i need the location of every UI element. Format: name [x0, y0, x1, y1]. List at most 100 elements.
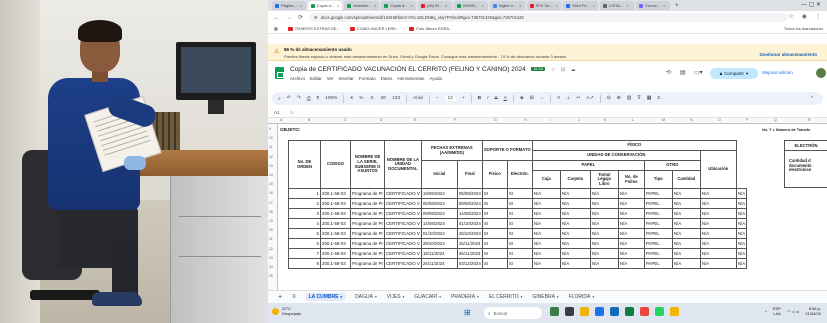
table-cell[interactable]: PAPEL: [643, 248, 673, 259]
chevron-down-icon[interactable]: ▾: [375, 295, 377, 299]
chart-icon[interactable]: ▥: [627, 96, 632, 101]
column-header[interactable]: D: [380, 118, 383, 122]
table-cell[interactable]: SI: [506, 218, 533, 229]
reload-icon[interactable]: ⟳: [298, 14, 303, 21]
tab-close-icon[interactable]: ×: [300, 3, 302, 8]
tab-close-icon[interactable]: ×: [556, 3, 558, 8]
chevron-down-icon[interactable]: ▾: [557, 295, 559, 299]
forward-icon[interactable]: →: [286, 15, 292, 21]
table-cell[interactable]: N/A: [617, 208, 645, 219]
redo-icon[interactable]: ↷: [297, 96, 301, 101]
italic-icon[interactable]: I: [487, 96, 488, 101]
table-cell[interactable]: Programa de Pr: [350, 248, 385, 259]
table-cell[interactable]: N/A: [559, 258, 591, 269]
column-header[interactable]: R: [808, 118, 811, 122]
table-cell[interactable]: N/A: [617, 218, 645, 229]
text-wrap-icon[interactable]: ↵: [576, 96, 580, 101]
browser-tab[interactable]: Conve... ×: [636, 1, 671, 10]
app-icon-taskview[interactable]: [565, 307, 574, 316]
browser-tab[interactable]: SAM Fe... ×: [563, 1, 599, 10]
profile-icon[interactable]: ◉: [802, 13, 807, 20]
table-cell[interactable]: N/A: [735, 208, 748, 219]
header-tipo[interactable]: Tipo: [643, 170, 673, 189]
header-unidad-doc[interactable]: NOMBRE DE LA UNIDAD DOCUMENTAL: [384, 140, 422, 189]
table-cell[interactable]: SI: [481, 248, 508, 259]
app-icon-office[interactable]: [640, 307, 649, 316]
table-cell[interactable]: CERTIFICADO V: [384, 238, 422, 249]
tab-close-icon[interactable]: ×: [593, 3, 595, 8]
table-cell[interactable]: N/A: [671, 218, 701, 229]
apps-icon[interactable]: ▦: [274, 26, 278, 31]
table-cell[interactable]: 14/08/2024: [420, 218, 458, 229]
table-cell[interactable]: PAPEL: [643, 188, 673, 199]
sheet-tab[interactable]: FLORIDA ▾: [569, 293, 594, 301]
window-controls[interactable]: — ▢ ✕: [801, 1, 821, 8]
column-header[interactable]: B: [308, 118, 310, 122]
weather-widget[interactable]: 22°C Despejado: [272, 306, 301, 316]
add-sheet-button[interactable]: +: [278, 294, 282, 301]
merge-cells-icon[interactable]: ⇔: [540, 96, 545, 101]
font-select[interactable]: Arial: [413, 96, 423, 101]
table-cell[interactable]: SI: [506, 188, 533, 199]
app-icon-whatsapp[interactable]: [655, 307, 664, 316]
table-cell[interactable]: PAPEL: [643, 228, 673, 239]
table-cell[interactable]: SI: [481, 218, 508, 229]
column-header[interactable]: K: [604, 118, 606, 122]
table-cell[interactable]: N/A: [699, 258, 737, 269]
sheets-logo-icon[interactable]: [275, 67, 284, 79]
menu-item[interactable]: Insertar: [339, 76, 354, 81]
chevron-down-icon[interactable]: ▾: [592, 295, 594, 299]
link-icon[interactable]: ⊖: [607, 96, 611, 101]
header-no-orden[interactable]: No. DE ORDEN: [288, 140, 321, 189]
table-cell[interactable]: N/A: [735, 248, 748, 259]
table-cell[interactable]: N/A: [559, 208, 591, 219]
sheet-tab[interactable]: DAGUA ▾: [355, 293, 377, 301]
improve-editing-link[interactable]: Mejorar edición: [762, 70, 793, 75]
decrease-decimals-button[interactable]: .0: [369, 96, 373, 101]
browser-tab[interactable]: Inventar... ×: [344, 1, 380, 10]
table-cell[interactable]: N/A: [699, 218, 737, 229]
table-cell[interactable]: SI: [481, 228, 508, 239]
table-cell[interactable]: Programa de Pr: [350, 258, 385, 269]
name-box[interactable]: A1: [268, 110, 290, 115]
table-cell[interactable]: 26/11/2024: [456, 248, 483, 259]
print-icon[interactable]: ⎙: [307, 96, 311, 102]
table-cell[interactable]: N/A: [589, 218, 619, 229]
menu-item[interactable]: Ayuda: [429, 76, 442, 81]
search-menus-icon[interactable]: ⌕: [278, 96, 281, 102]
chevron-down-icon[interactable]: ▾: [439, 295, 441, 299]
tab-close-icon[interactable]: ×: [481, 3, 483, 8]
table-cell[interactable]: 200.1-58-03: [320, 188, 351, 199]
row-header[interactable]: 16: [269, 191, 273, 195]
column-header[interactable]: L: [632, 118, 634, 122]
table-cell[interactable]: Programa de Pr: [350, 188, 385, 199]
column-header[interactable]: P: [746, 118, 748, 122]
objeto-label[interactable]: OBJETO:: [280, 127, 300, 132]
browser-tab[interactable]: INVEN... ×: [453, 1, 488, 10]
number-format-button[interactable]: 123: [392, 96, 400, 101]
increase-decimals-button[interactable]: .00: [379, 96, 386, 101]
table-cell[interactable]: CERTIFICADO V: [384, 258, 422, 269]
table-cell[interactable]: N/A: [531, 248, 561, 259]
table-cell[interactable]: 15/11/2024: [420, 248, 458, 259]
header-caja[interactable]: Caja: [531, 170, 561, 189]
menu-item[interactable]: Editar: [310, 76, 322, 81]
collapse-toolbar-icon[interactable]: ^: [811, 96, 813, 101]
browser-tab[interactable]: (26) W... ×: [417, 1, 452, 10]
tab-close-icon[interactable]: ×: [663, 3, 665, 8]
table-cell[interactable]: N/A: [617, 198, 645, 209]
table-cell[interactable]: 200.1-58-03: [320, 238, 351, 249]
paint-format-icon[interactable]: ¶: [317, 96, 320, 101]
column-header[interactable]: J: [578, 118, 580, 122]
table-cell[interactable]: SI: [506, 248, 533, 259]
table-cell[interactable]: SI: [506, 198, 533, 209]
table-cell[interactable]: N/A: [589, 238, 619, 249]
table-cell[interactable]: N/A: [531, 188, 561, 199]
table-cell[interactable]: 26/11/2024: [420, 258, 458, 269]
table-cell[interactable]: N/A: [699, 208, 737, 219]
table-cell[interactable]: N/A: [671, 248, 701, 259]
column-header[interactable]: H: [524, 118, 527, 122]
filter-views-icon[interactable]: ▦: [647, 96, 652, 101]
table-cell[interactable]: SI: [481, 198, 508, 209]
table-cell[interactable]: N/A: [617, 238, 645, 249]
